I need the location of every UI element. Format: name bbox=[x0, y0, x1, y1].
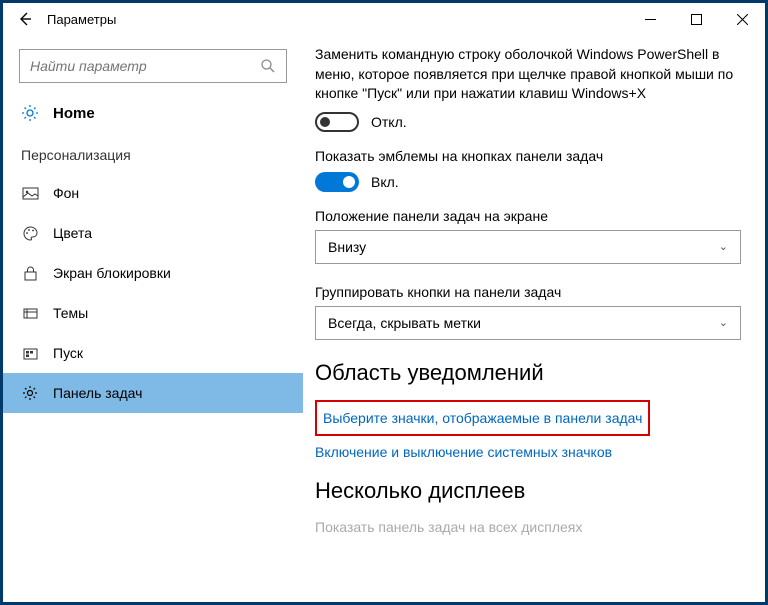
titlebar: Параметры bbox=[3, 3, 765, 35]
multiple-displays-heading: Несколько дисплеев bbox=[315, 478, 741, 504]
dropdown-value: Внизу bbox=[328, 239, 366, 255]
system-icons-link[interactable]: Включение и выключение системных значков bbox=[315, 444, 741, 460]
minimize-button[interactable] bbox=[627, 3, 673, 35]
sidebar: Home Персонализация Фон Цвета Экран блок… bbox=[3, 35, 303, 602]
close-icon bbox=[737, 14, 748, 25]
sidebar-item-label: Панель задач bbox=[53, 385, 142, 401]
content-area: Home Персонализация Фон Цвета Экран блок… bbox=[3, 35, 765, 602]
lock-icon bbox=[21, 265, 39, 282]
themes-icon bbox=[21, 305, 39, 322]
group-buttons-dropdown[interactable]: Всегда, скрывать метки ⌄ bbox=[315, 306, 741, 340]
sidebar-item-label: Пуск bbox=[53, 345, 83, 361]
multiple-displays-text: Показать панель задач на всех дисплеях bbox=[315, 518, 741, 538]
group-buttons-label: Группировать кнопки на панели задач bbox=[315, 284, 741, 300]
sidebar-item-taskbar[interactable]: Панель задач bbox=[3, 373, 303, 413]
toggle-state-label: Вкл. bbox=[371, 174, 399, 190]
search-input[interactable] bbox=[30, 58, 260, 74]
dropdown-value: Всегда, скрывать метки bbox=[328, 315, 481, 331]
picture-icon bbox=[21, 185, 39, 202]
powershell-toggle-row: Откл. bbox=[315, 112, 741, 132]
sidebar-item-themes[interactable]: Темы bbox=[3, 293, 303, 333]
maximize-icon bbox=[691, 14, 702, 25]
sidebar-item-label: Фон bbox=[53, 185, 79, 201]
sidebar-item-label: Цвета bbox=[53, 225, 92, 241]
window-title: Параметры bbox=[43, 12, 116, 27]
sidebar-item-label: Темы bbox=[53, 305, 88, 321]
chevron-down-icon: ⌄ bbox=[719, 240, 728, 253]
sidebar-item-start[interactable]: Пуск bbox=[3, 333, 303, 373]
taskbar-position-label: Положение панели задач на экране bbox=[315, 208, 741, 224]
close-button[interactable] bbox=[719, 3, 765, 35]
badges-toggle[interactable] bbox=[315, 172, 359, 192]
search-icon bbox=[260, 58, 276, 74]
chevron-down-icon: ⌄ bbox=[719, 316, 728, 329]
badges-setting-label: Показать эмблемы на кнопках панели задач bbox=[315, 148, 741, 164]
start-icon bbox=[21, 345, 39, 362]
sidebar-item-colors[interactable]: Цвета bbox=[3, 213, 303, 253]
powershell-toggle[interactable] bbox=[315, 112, 359, 132]
back-button[interactable] bbox=[7, 3, 43, 35]
notification-area-heading: Область уведомлений bbox=[315, 360, 741, 386]
sidebar-home[interactable]: Home bbox=[3, 93, 303, 133]
taskbar-gear-icon bbox=[21, 384, 39, 402]
sidebar-item-background[interactable]: Фон bbox=[3, 173, 303, 213]
palette-icon bbox=[21, 225, 39, 242]
sidebar-item-lockscreen[interactable]: Экран блокировки bbox=[3, 253, 303, 293]
badges-toggle-row: Вкл. bbox=[315, 172, 741, 192]
sidebar-home-label: Home bbox=[53, 105, 95, 122]
sidebar-item-label: Экран блокировки bbox=[53, 265, 171, 281]
select-taskbar-icons-link[interactable]: Выберите значки, отображаемые в панели з… bbox=[315, 400, 650, 436]
toggle-state-label: Откл. bbox=[371, 114, 407, 130]
taskbar-position-dropdown[interactable]: Внизу ⌄ bbox=[315, 230, 741, 264]
window-controls bbox=[627, 3, 765, 35]
main-panel: Заменить командную строку оболочкой Wind… bbox=[303, 35, 765, 602]
gear-icon bbox=[21, 104, 39, 122]
maximize-button[interactable] bbox=[673, 3, 719, 35]
search-box[interactable] bbox=[19, 49, 287, 83]
settings-window: Параметры Home Пер bbox=[0, 0, 768, 605]
minimize-icon bbox=[645, 14, 656, 25]
arrow-left-icon bbox=[17, 11, 33, 27]
sidebar-section-label: Персонализация bbox=[3, 133, 303, 173]
powershell-setting-text: Заменить командную строку оболочкой Wind… bbox=[315, 45, 741, 104]
